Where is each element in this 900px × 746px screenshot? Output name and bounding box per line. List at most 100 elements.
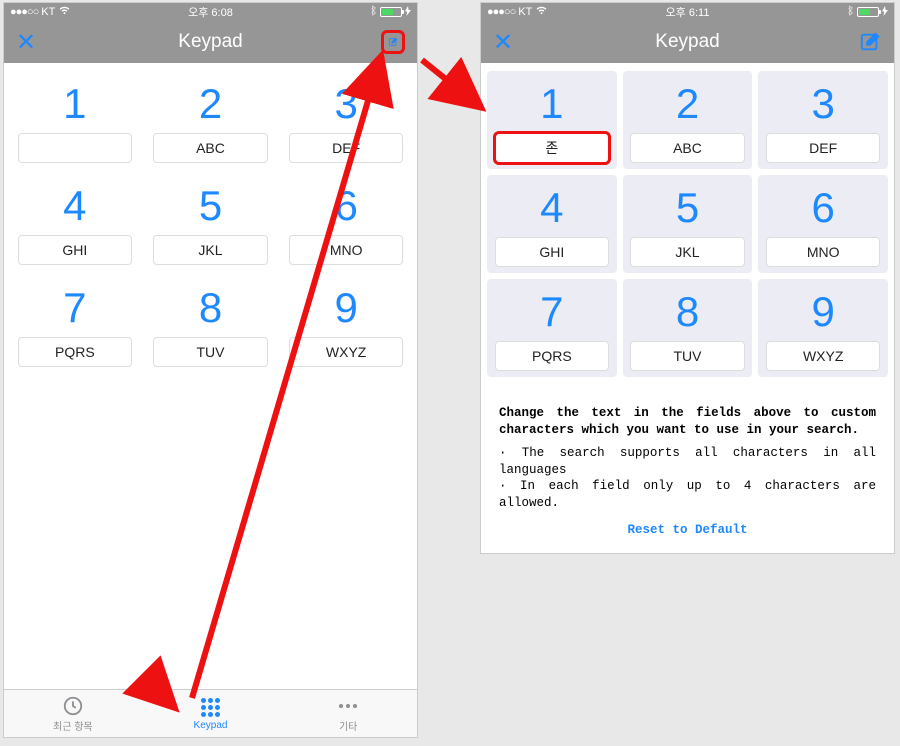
edit-button[interactable]	[858, 30, 882, 54]
key-3[interactable]: 3 DEF	[758, 71, 888, 169]
bluetooth-icon	[370, 5, 377, 19]
key-field[interactable]: JKL	[630, 237, 744, 267]
key-field[interactable]: 존	[495, 133, 609, 163]
nav-bar: ✕ Keypad	[481, 21, 894, 63]
key-field[interactable]: TUV	[153, 337, 267, 367]
digit: 1	[540, 77, 563, 127]
digit: 5	[199, 179, 222, 229]
key-1[interactable]: 1	[12, 73, 138, 167]
status-bar: ●●●○○ KT 오후 6:08	[4, 3, 417, 21]
tab-label: 기타	[339, 718, 357, 733]
digit: 6	[334, 179, 357, 229]
key-field[interactable]: WXYZ	[289, 337, 403, 367]
nav-bar: ✕ Keypad	[4, 21, 417, 63]
keypad-grid: 1 2 ABC 3 DEF 4 GHI 5 JKL 6 MNO 7 PQRS 8 TUV 9 W…	[4, 63, 417, 689]
digit: 9	[334, 281, 357, 331]
key-6[interactable]: 6 MNO	[283, 175, 409, 269]
keypad-grid: 1존 2ABC 3DEF 4GHI 5JKL 6MNO 7PQRS 8TUV 9…	[481, 63, 894, 395]
signal-dots-icon: ●●●○○	[487, 6, 515, 18]
digit: 7	[63, 281, 86, 331]
key-4[interactable]: 4 GHI	[487, 175, 617, 273]
clock-label: 오후 6:08	[188, 4, 233, 20]
digit: 4	[63, 179, 86, 229]
key-9[interactable]: 9 WXYZ	[758, 279, 888, 377]
key-field[interactable]: MNO	[289, 235, 403, 265]
key-3[interactable]: 3 DEF	[283, 73, 409, 167]
nav-title: Keypad	[655, 31, 719, 53]
key-field[interactable]: ABC	[153, 133, 267, 163]
digit: 4	[540, 181, 563, 231]
status-left: ●●●○○ KT	[10, 5, 71, 19]
key-field[interactable]: TUV	[630, 341, 744, 371]
charging-icon	[405, 6, 411, 19]
carrier-label: KT	[518, 6, 532, 18]
wifi-icon	[58, 5, 71, 19]
key-8[interactable]: 8 TUV	[623, 279, 753, 377]
key-2[interactable]: 2 ABC	[623, 71, 753, 169]
key-5[interactable]: 5 JKL	[148, 175, 274, 269]
digit: 2	[199, 77, 222, 127]
signal-dots-icon: ●●●○○	[10, 6, 38, 18]
nav-title: Keypad	[178, 31, 242, 53]
clock-icon	[62, 695, 84, 717]
tab-keypad[interactable]: Keypad	[142, 690, 280, 737]
keypad-icon	[201, 697, 220, 719]
key-5[interactable]: 5 JKL	[623, 175, 753, 273]
close-button[interactable]: ✕	[493, 28, 513, 57]
status-right	[370, 5, 411, 19]
key-field[interactable]: JKL	[153, 235, 267, 265]
status-bar: ●●●○○ KT 오후 6:11	[481, 3, 894, 21]
digit: 2	[676, 77, 699, 127]
tab-label: 최근 항목	[53, 718, 93, 733]
clock-label: 오후 6:11	[666, 4, 710, 20]
bluetooth-icon	[847, 5, 854, 19]
key-field[interactable]: GHI	[495, 237, 609, 267]
key-field[interactable]: PQRS	[495, 341, 609, 371]
battery-icon	[857, 7, 879, 17]
key-field[interactable]: PQRS	[18, 337, 132, 367]
key-field[interactable]: ABC	[630, 133, 744, 163]
key-9[interactable]: 9 WXYZ	[283, 277, 409, 371]
carrier-label: KT	[41, 6, 55, 18]
key-6[interactable]: 6 MNO	[758, 175, 888, 273]
tab-bar: 최근 항목 Keypad 기타	[4, 689, 417, 737]
phone-left: ●●●○○ KT 오후 6:08 ✕ Keypad 1	[3, 2, 418, 738]
key-field[interactable]: DEF	[766, 133, 880, 163]
info-main-text: Change the text in the fields above to c…	[499, 405, 876, 439]
wifi-icon	[535, 5, 548, 19]
charging-icon	[882, 6, 888, 19]
digit: 7	[540, 285, 563, 335]
phone-right: ●●●○○ KT 오후 6:11 ✕ Keypad 1존	[480, 2, 895, 554]
digit: 5	[676, 181, 699, 231]
key-field[interactable]: WXYZ	[766, 341, 880, 371]
digit: 9	[811, 285, 834, 335]
key-7[interactable]: 7 PQRS	[12, 277, 138, 371]
key-2[interactable]: 2 ABC	[148, 73, 274, 167]
tab-recents[interactable]: 최근 항목	[4, 690, 142, 737]
key-1[interactable]: 1존	[487, 71, 617, 169]
digit: 6	[811, 181, 834, 231]
key-field[interactable]: MNO	[766, 237, 880, 267]
close-button[interactable]: ✕	[16, 28, 36, 57]
info-bullet-2: · In each field only up to 4 characters …	[499, 478, 876, 512]
info-bullet-1: · The search supports all characters in …	[499, 445, 876, 479]
edit-button[interactable]	[381, 30, 405, 54]
digit: 3	[811, 77, 834, 127]
status-right	[847, 5, 888, 19]
key-field[interactable]: GHI	[18, 235, 132, 265]
digit: 8	[676, 285, 699, 335]
digit: 1	[63, 77, 86, 127]
key-field[interactable]	[18, 133, 132, 163]
key-4[interactable]: 4 GHI	[12, 175, 138, 269]
battery-icon	[380, 7, 402, 17]
key-8[interactable]: 8 TUV	[148, 277, 274, 371]
reset-to-default-button[interactable]: Reset to Default	[499, 522, 876, 539]
more-icon	[339, 695, 357, 717]
tab-more[interactable]: 기타	[279, 690, 417, 737]
key-field[interactable]: DEF	[289, 133, 403, 163]
digit: 3	[334, 77, 357, 127]
status-left: ●●●○○ KT	[487, 5, 548, 19]
info-section: Change the text in the fields above to c…	[481, 395, 894, 553]
key-7[interactable]: 7 PQRS	[487, 279, 617, 377]
digit: 8	[199, 281, 222, 331]
